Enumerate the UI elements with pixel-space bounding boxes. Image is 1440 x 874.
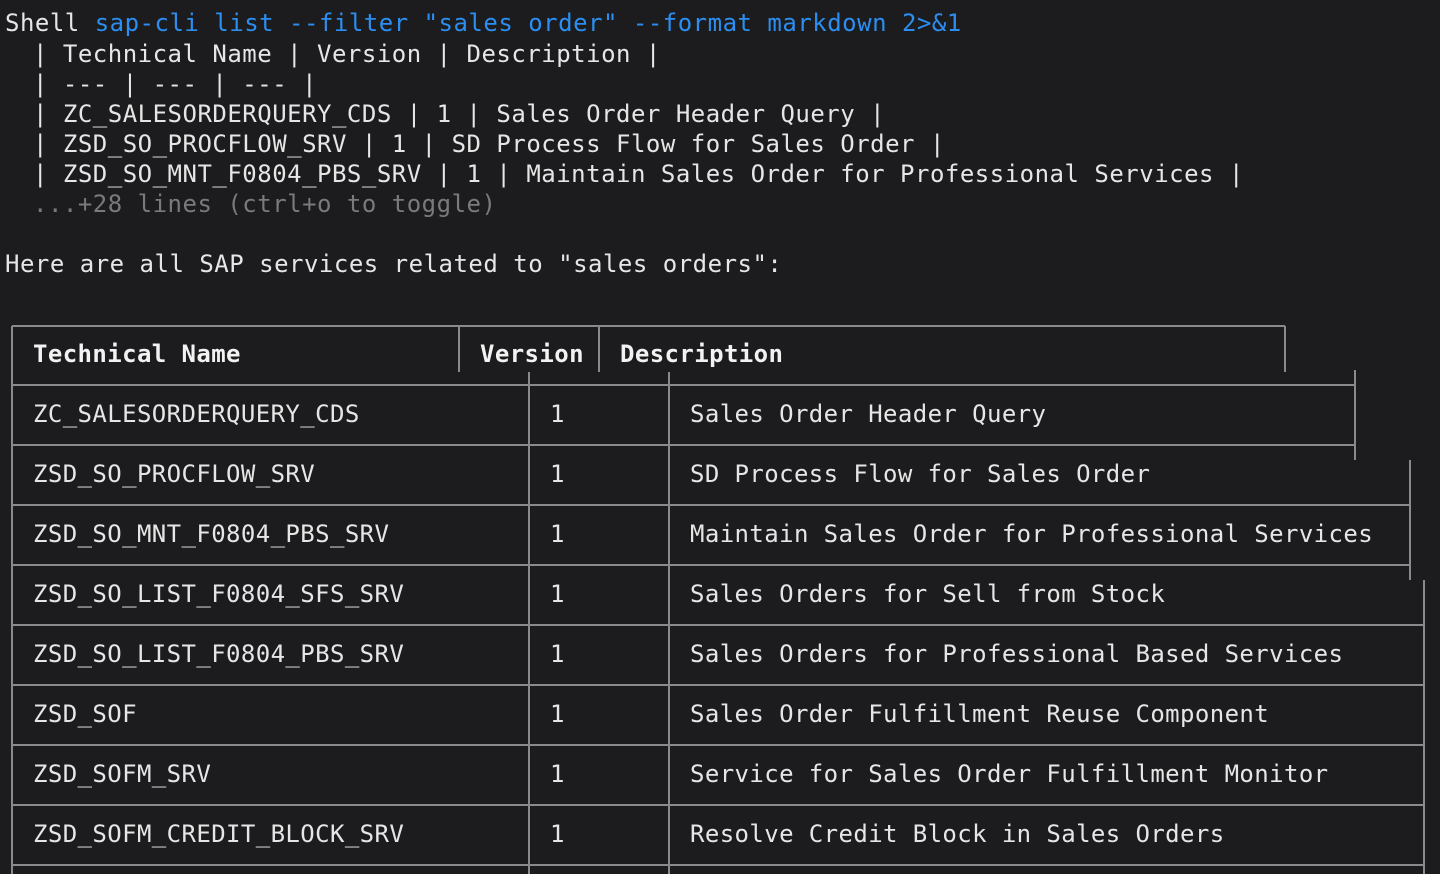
cell-technical-name: ZSD_SO_LIST_F0804_SFS_SRV [33,580,405,608]
cell-version: 1 [550,640,565,668]
cell-technical-name: ZSD_SOFM_CREDIT_BLOCK_SRV [33,820,405,848]
shell-label: Shell [5,9,80,37]
raw-output-line: | ZSD_SO_MNT_F0804_PBS_SRV | 1 | Maintai… [33,160,1244,188]
raw-output-line: | Technical Name | Version | Description… [33,40,661,68]
raw-output-line: | --- | --- | --- | [33,70,318,98]
shell-command: sap-cli list --filter "sales order" --fo… [94,9,962,37]
cell-technical-name: ZSD_SO_PROCFLOW_SRV [33,460,316,488]
cell-description: Maintain Sales Order for Professional Se… [690,520,1374,548]
cell-technical-name: ZSD_SOF [33,700,137,728]
cell-version: 1 [550,580,565,608]
header-description: Description [620,340,784,368]
cell-version: 1 [550,700,565,728]
cell-technical-name: ZSD_SOFM_SRV [33,760,212,788]
shell-command-line: Shell sap-cli list --filter "sales order… [5,8,962,38]
header-version: Version [480,340,584,368]
cell-description: Sales Orders for Professional Based Serv… [690,640,1344,668]
cell-technical-name: ZSD_SO_LIST_F0804_PBS_SRV [33,640,405,668]
cell-description: Service for Sales Order Fulfillment Moni… [690,760,1329,788]
header-technical-name: Technical Name [33,340,241,368]
table-right-edge [1354,370,1425,874]
cell-version: 1 [550,460,565,488]
cell-description: Sales Order Fulfillment Reuse Component [690,700,1270,728]
cell-description: SD Process Flow for Sales Order [690,460,1151,488]
raw-output-line: | ZSD_SO_PROCFLOW_SRV | 1 | SD Process F… [33,130,945,158]
cell-version: 1 [550,400,565,428]
cell-description: Sales Orders for Sell from Stock [690,580,1166,608]
cell-version: 1 [550,820,565,848]
response-intro: Here are all SAP services related to "sa… [5,250,783,278]
collapsed-lines-toggle[interactable]: ...+28 lines (ctrl+o to toggle) [33,189,496,219]
cell-version: 1 [550,520,565,548]
cell-description: Resolve Credit Block in Sales Orders [690,820,1225,848]
raw-output-line: | ZC_SALESORDERQUERY_CDS | 1 | Sales Ord… [33,100,886,128]
cell-version: 1 [550,760,565,788]
cell-technical-name: ZC_SALESORDERQUERY_CDS [33,400,360,428]
cell-description: Sales Order Header Query [690,400,1047,428]
cell-technical-name: ZSD_SO_MNT_F0804_PBS_SRV [33,520,390,548]
